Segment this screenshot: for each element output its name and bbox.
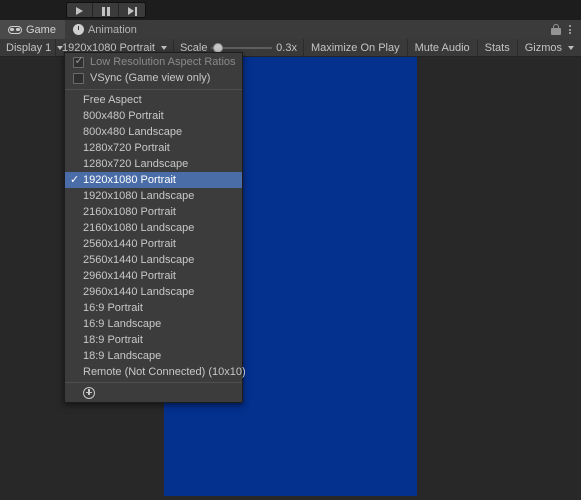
- dropdown-item-label: 2960x1440 Portrait: [83, 270, 176, 282]
- dropdown-item-label: 2560x1440 Portrait: [83, 238, 176, 250]
- clock-icon: [73, 24, 84, 35]
- play-icon: [76, 7, 83, 15]
- tab-animation-label: Animation: [88, 24, 137, 36]
- dropdown-item-label: 16:9 Portrait: [83, 302, 143, 314]
- dropdown-item[interactable]: 2560x1440 Landscape: [65, 252, 242, 268]
- dropdown-item-label: Remote (Not Connected) (10x10): [83, 366, 246, 378]
- maximize-on-play-label: Maximize On Play: [311, 42, 400, 54]
- dropdown-item-label: 1280x720 Portrait: [83, 142, 170, 154]
- dropdown-checkbox-row[interactable]: Low Resolution Aspect Ratios: [65, 54, 242, 70]
- dropdown-checkbox-row[interactable]: VSync (Game view only): [65, 70, 242, 86]
- lock-icon[interactable]: [550, 24, 561, 36]
- tab-animation[interactable]: Animation: [65, 20, 146, 39]
- dropdown-item[interactable]: 800x480 Landscape: [65, 124, 242, 140]
- dropdown-item[interactable]: 1280x720 Portrait: [65, 140, 242, 156]
- dropdown-item[interactable]: 2960x1440 Portrait: [65, 268, 242, 284]
- dropdown-item[interactable]: 2960x1440 Landscape: [65, 284, 242, 300]
- dropdown-item-label: 18:9 Landscape: [83, 350, 161, 362]
- play-toolbar: [0, 0, 581, 20]
- dropdown-item-label: Free Aspect: [83, 94, 142, 106]
- checkbox-icon[interactable]: [73, 73, 84, 84]
- dropdown-item-label: 2160x1080 Portrait: [83, 206, 176, 218]
- dropdown-checkbox-label: Low Resolution Aspect Ratios: [90, 56, 236, 68]
- resolution-dropdown-menu: Low Resolution Aspect Ratios VSync (Game …: [64, 52, 243, 403]
- dropdown-items-group: Free Aspect 800x480 Portrait 800x480 Lands…: [65, 92, 242, 380]
- scale-slider-knob[interactable]: [213, 43, 223, 53]
- dropdown-item[interactable]: Free Aspect: [65, 92, 242, 108]
- pause-icon: [102, 7, 110, 16]
- add-resolution-icon[interactable]: [83, 387, 95, 399]
- display-dropdown[interactable]: Display 1: [0, 39, 56, 56]
- game-goggles-icon: [8, 26, 22, 34]
- tab-game[interactable]: Game: [0, 20, 65, 39]
- scale-value: 0.3x: [276, 42, 297, 54]
- dropdown-checkbox-label: VSync (Game view only): [90, 72, 210, 84]
- dropdown-item[interactable]: 2160x1080 Landscape: [65, 220, 242, 236]
- stats-label: Stats: [485, 42, 510, 54]
- play-button[interactable]: [67, 3, 93, 18]
- dropdown-item[interactable]: 2560x1440 Portrait: [65, 236, 242, 252]
- panel-tab-bar: Game Animation: [0, 20, 581, 39]
- dropdown-options-group: Low Resolution Aspect Ratios VSync (Game …: [65, 54, 242, 86]
- dropdown-item-label: 2960x1440 Landscape: [83, 286, 194, 298]
- dropdown-item[interactable]: Remote (Not Connected) (10x10): [65, 364, 242, 380]
- dropdown-item[interactable]: 2160x1080 Portrait: [65, 204, 242, 220]
- playback-controls: [66, 2, 146, 18]
- dropdown-item-label: 1280x720 Landscape: [83, 158, 188, 170]
- tab-game-label: Game: [26, 24, 56, 36]
- tab-bar-actions: [550, 20, 581, 39]
- dropdown-item-label: 800x480 Landscape: [83, 126, 182, 138]
- maximize-on-play-button[interactable]: Maximize On Play: [304, 39, 408, 56]
- gizmos-button[interactable]: Gizmos: [518, 39, 581, 56]
- dropdown-item[interactable]: 1920x1080 Landscape: [65, 188, 242, 204]
- check-icon: ✓: [70, 172, 79, 188]
- dropdown-item[interactable]: 18:9 Portrait: [65, 332, 242, 348]
- unity-game-view-window: Game Animation Display 1 1920x1080 Portr…: [0, 0, 581, 500]
- dropdown-item[interactable]: 16:9 Landscape: [65, 316, 242, 332]
- checkbox-checked-icon[interactable]: [73, 57, 84, 68]
- dropdown-item[interactable]: 800x480 Portrait: [65, 108, 242, 124]
- dropdown-item-label: 18:9 Portrait: [83, 334, 143, 346]
- stats-button[interactable]: Stats: [478, 39, 518, 56]
- dropdown-item-label: 1920x1080 Landscape: [83, 190, 194, 202]
- mute-audio-button[interactable]: Mute Audio: [408, 39, 478, 56]
- gizmos-label: Gizmos: [525, 42, 562, 54]
- dropdown-separator: [65, 89, 242, 90]
- kebab-menu-icon[interactable]: [566, 25, 574, 34]
- mute-audio-label: Mute Audio: [415, 42, 470, 54]
- dropdown-item-selected[interactable]: ✓ 1920x1080 Portrait: [65, 172, 242, 188]
- dropdown-item-label: 2160x1080 Landscape: [83, 222, 194, 234]
- dropdown-item[interactable]: 16:9 Portrait: [65, 300, 242, 316]
- dropdown-item-label: 2560x1440 Landscape: [83, 254, 194, 266]
- dropdown-item[interactable]: 18:9 Landscape: [65, 348, 242, 364]
- display-dropdown-label: Display 1: [6, 42, 51, 54]
- pause-button[interactable]: [93, 3, 119, 18]
- dropdown-item[interactable]: 1280x720 Landscape: [65, 156, 242, 172]
- dropdown-item-label: 1920x1080 Portrait: [83, 174, 176, 186]
- dropdown-item-label: 800x480 Portrait: [83, 110, 164, 122]
- step-icon: [128, 7, 137, 16]
- dropdown-item-label: 16:9 Landscape: [83, 318, 161, 330]
- dropdown-footer: [65, 382, 242, 402]
- step-button[interactable]: [119, 3, 145, 18]
- chevron-down-icon: [568, 46, 574, 50]
- chevron-down-icon: [161, 46, 167, 50]
